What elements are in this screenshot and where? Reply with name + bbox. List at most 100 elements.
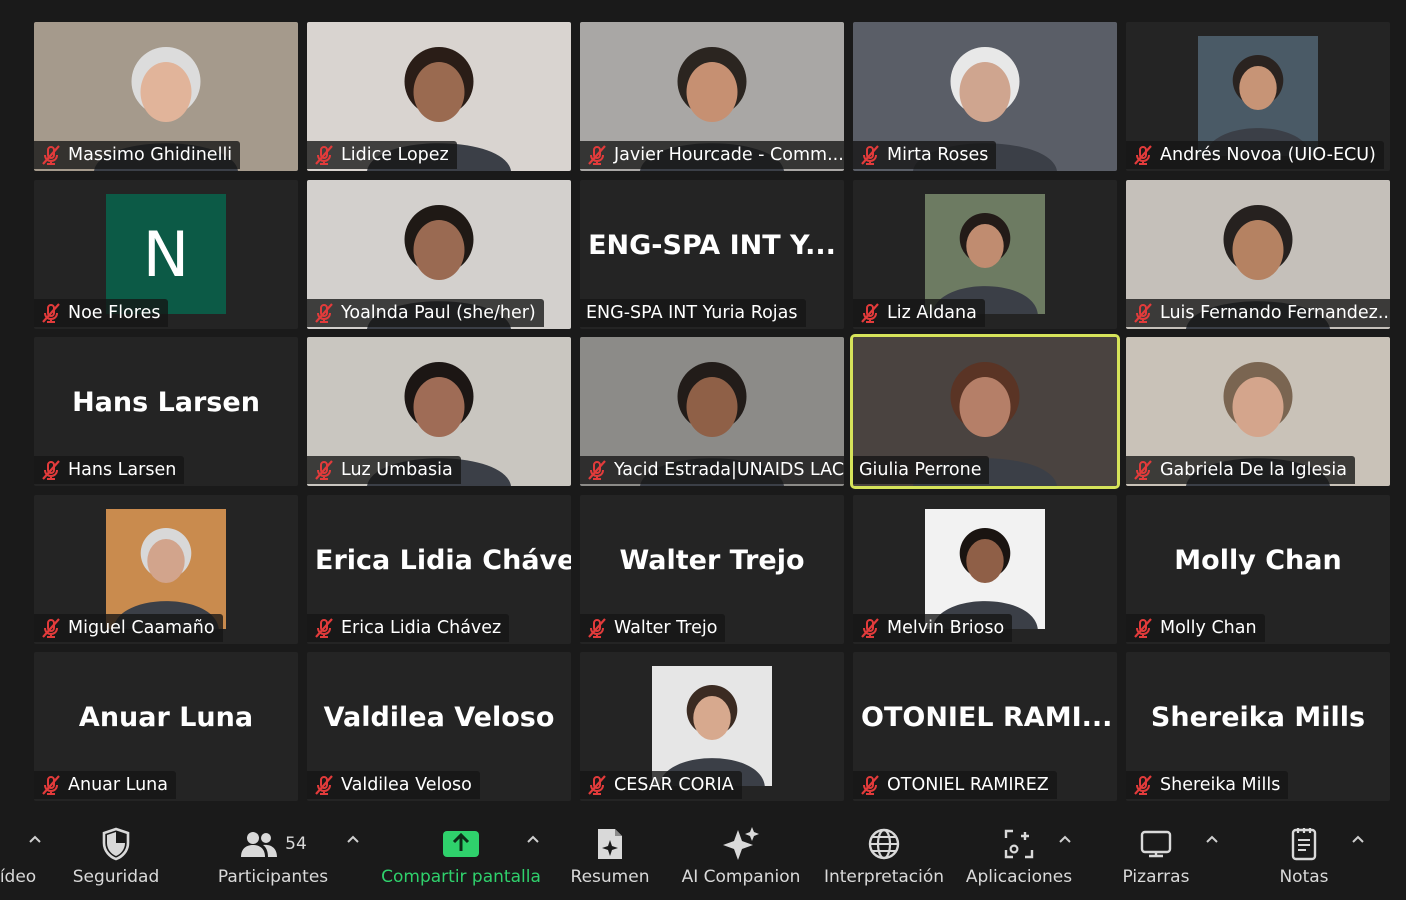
participant-name-label: Andrés Novoa (UIO-ECU) (1126, 141, 1384, 169)
video-button[interactable]: ídeo (0, 812, 40, 900)
notes-label: Notas (1279, 867, 1329, 887)
participant-tile[interactable]: Valdilea Veloso Valdilea Veloso (307, 652, 571, 801)
share-screen-button[interactable]: Compartir pantalla (378, 812, 544, 900)
participant-name: Valdilea Veloso (341, 775, 472, 795)
participant-name: Giulia Perrone (859, 460, 982, 480)
participant-display-name: OTONIEL RAMI... (861, 702, 1113, 733)
participant-photo (106, 509, 226, 629)
participant-display-name: Hans Larsen (72, 387, 260, 418)
participant-tile[interactable]: Erica Lidia Chávez Erica Lidia Chávez (307, 495, 571, 644)
muted-microphone-icon (586, 459, 608, 481)
participant-tile[interactable]: Yoalnda Paul (she/her) (307, 180, 571, 329)
participant-tile[interactable]: N Noe Flores (34, 180, 298, 329)
participant-tile[interactable]: Luis Fernando Fernandez... (1126, 180, 1390, 329)
summary-label: Resumen (570, 867, 650, 887)
participant-name-label: Liz Aldana (853, 299, 985, 327)
participant-tile[interactable]: Liz Aldana (853, 180, 1117, 329)
apps-options-caret-icon[interactable] (1057, 832, 1073, 848)
participant-display-name: ENG-SPA INT Y... (588, 230, 836, 261)
participant-name-label: Shereika Mills (1126, 771, 1289, 799)
participant-name: Andrés Novoa (UIO-ECU) (1160, 145, 1376, 165)
participant-name: Erica Lidia Chávez (341, 618, 502, 638)
muted-microphone-icon (859, 144, 881, 166)
whiteboards-button[interactable]: Pizarras (1110, 812, 1202, 900)
participant-photo (652, 666, 772, 786)
muted-microphone-icon (1132, 617, 1154, 639)
participant-tile[interactable]: Mirta Roses (853, 22, 1117, 171)
muted-microphone-icon (586, 774, 608, 796)
ai-companion-button[interactable]: AI Companion (676, 812, 806, 900)
participant-name: Melvin Brioso (887, 618, 1005, 638)
muted-microphone-icon (1132, 774, 1154, 796)
participant-name-label: Javier Hourcade - Comm... (580, 141, 844, 169)
notes-button[interactable]: Notas (1262, 812, 1346, 900)
participant-name: Molly Chan (1160, 618, 1257, 638)
participant-tile[interactable]: Yacid Estrada|UNAIDS LAC (580, 337, 844, 486)
apps-button[interactable]: Aplicaciones (962, 812, 1076, 900)
participants-label: Participantes (217, 867, 329, 887)
participant-tile[interactable]: Giulia Perrone (850, 334, 1120, 489)
participant-name: Mirta Roses (887, 145, 989, 165)
participant-name-label: Walter Trejo (580, 614, 726, 642)
notes-options-caret-icon[interactable] (1350, 832, 1366, 848)
participant-tile[interactable]: Luz Umbasia (307, 337, 571, 486)
video-options-caret-icon[interactable] (27, 832, 43, 848)
participant-tile[interactable]: Shereika Mills Shereika Mills (1126, 652, 1390, 801)
muted-microphone-icon (313, 144, 335, 166)
muted-microphone-icon (40, 617, 62, 639)
participant-name: ENG-SPA INT Yuria Rojas (586, 303, 798, 323)
summary-icon (598, 829, 622, 859)
participant-tile[interactable]: Javier Hourcade - Comm... (580, 22, 844, 171)
participant-tile[interactable]: Miguel Caamaño (34, 495, 298, 644)
interpretation-button[interactable]: Interpretación (818, 812, 950, 900)
participant-initial-avatar: N (106, 194, 226, 314)
participant-tile[interactable]: OTONIEL RAMI... OTONIEL RAMIREZ (853, 652, 1117, 801)
share-options-caret-icon[interactable] (525, 832, 541, 848)
notes-icon (1291, 828, 1317, 861)
participant-tile[interactable]: Walter Trejo Walter Trejo (580, 495, 844, 644)
participant-name-label: Molly Chan (1126, 614, 1265, 642)
participant-tile[interactable]: Anuar Luna Anuar Luna (34, 652, 298, 801)
participant-tile[interactable]: Hans Larsen Hans Larsen (34, 337, 298, 486)
participant-name-label: OTONIEL RAMIREZ (853, 771, 1057, 799)
security-label: Seguridad (72, 867, 160, 887)
participants-button[interactable]: 54 Participantes (212, 812, 334, 900)
participant-tile[interactable]: CESAR CORIA (580, 652, 844, 801)
participant-tile[interactable]: Molly Chan Molly Chan (1126, 495, 1390, 644)
muted-microphone-icon (40, 459, 62, 481)
participant-name-label: Noe Flores (34, 299, 169, 327)
participant-name: OTONIEL RAMIREZ (887, 775, 1049, 795)
participant-name: CESAR CORIA (614, 775, 734, 795)
participant-name-label: Mirta Roses (853, 141, 997, 169)
participant-tile[interactable]: ENG-SPA INT Y... ENG-SPA INT Yuria Rojas (580, 180, 844, 329)
share-screen-label: Compartir pantalla (381, 867, 541, 887)
participant-photo (1198, 36, 1318, 156)
security-button[interactable]: Seguridad (66, 812, 166, 900)
participants-options-caret-icon[interactable] (345, 832, 361, 848)
video-label: ídeo (0, 867, 37, 887)
summary-button[interactable]: Resumen (562, 812, 658, 900)
participant-tile[interactable]: Gabriela De la Iglesia (1126, 337, 1390, 486)
participant-name: Luz Umbasia (341, 460, 453, 480)
participant-name: Noe Flores (68, 303, 161, 323)
participants-icon (241, 832, 278, 857)
muted-microphone-icon (1132, 302, 1154, 324)
muted-microphone-icon (313, 774, 335, 796)
participant-name: Luis Fernando Fernandez... (1160, 303, 1390, 323)
participant-name-label: Giulia Perrone (853, 456, 990, 484)
participant-name-label: Anuar Luna (34, 771, 176, 799)
participant-name-label: Gabriela De la Iglesia (1126, 456, 1355, 484)
participant-tile[interactable]: Lidice Lopez (307, 22, 571, 171)
participant-display-name: Walter Trejo (619, 545, 805, 576)
participant-name-label: Luz Umbasia (307, 456, 461, 484)
meeting-toolbar: ídeo Seguridad 54 Participantes Comparti… (0, 812, 1406, 900)
participant-tile[interactable]: Andrés Novoa (UIO-ECU) (1126, 22, 1390, 171)
muted-microphone-icon (1132, 459, 1154, 481)
muted-microphone-icon (313, 302, 335, 324)
participant-tile[interactable]: Massimo Ghidinelli (34, 22, 298, 171)
participant-tile[interactable]: Melvin Brioso (853, 495, 1117, 644)
whiteboards-options-caret-icon[interactable] (1204, 832, 1220, 848)
muted-microphone-icon (586, 617, 608, 639)
participant-name: Yacid Estrada|UNAIDS LAC (614, 460, 844, 480)
participant-name-label: ENG-SPA INT Yuria Rojas (580, 299, 806, 327)
